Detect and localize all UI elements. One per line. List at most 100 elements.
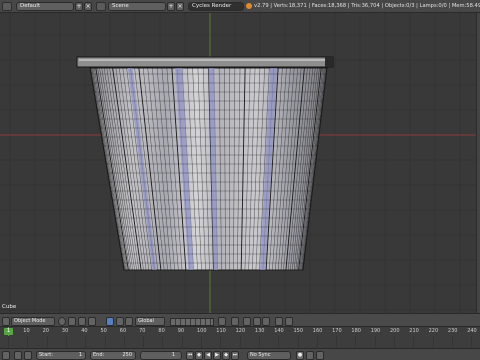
translate-icon[interactable] bbox=[88, 317, 96, 326]
timeline-tick-line bbox=[85, 336, 87, 348]
timeline-tick-label: 210 bbox=[409, 328, 419, 334]
blender-logo-icon bbox=[246, 3, 252, 9]
play-icon[interactable]: ▶ bbox=[213, 351, 221, 360]
scene-icon[interactable] bbox=[96, 2, 106, 11]
snap-target-icon[interactable] bbox=[262, 317, 270, 326]
timeline-tick-label: 200 bbox=[390, 328, 400, 334]
timeline-tick-line bbox=[239, 336, 241, 348]
view-type-icon[interactable] bbox=[2, 317, 10, 326]
timeline-tick-label: 20 bbox=[42, 328, 49, 334]
play-reverse-icon[interactable]: ◀ bbox=[204, 351, 212, 360]
opengl-render-icon[interactable] bbox=[275, 317, 283, 326]
timeline-tick-line bbox=[220, 336, 222, 348]
view-menu-icon[interactable] bbox=[14, 351, 22, 360]
rotate-icon[interactable] bbox=[106, 317, 114, 326]
timeline-tick-line bbox=[162, 336, 164, 348]
record-keyframe-icon[interactable]: ● bbox=[296, 351, 304, 360]
end-value: 250 bbox=[122, 352, 132, 358]
timeline-ruler[interactable]: 0102030405060708090100110120130140150160… bbox=[0, 327, 480, 336]
next-keyframe-icon[interactable]: ◆ bbox=[222, 351, 230, 360]
timeline-tick-line bbox=[394, 336, 395, 348]
timeline-tick-label: 240 bbox=[467, 328, 477, 334]
timeline-tick-label: 30 bbox=[61, 328, 69, 334]
timeline-editor-icon[interactable] bbox=[2, 351, 10, 360]
proportional-edit-icon[interactable] bbox=[231, 317, 239, 326]
opengl-animation-icon[interactable] bbox=[285, 317, 293, 326]
timeline-tick-line bbox=[471, 336, 473, 348]
layer-buttons[interactable] bbox=[170, 318, 214, 326]
timeline-tick-label: 110 bbox=[216, 328, 226, 334]
remove-layout-button[interactable]: × bbox=[84, 2, 92, 11]
start-frame-field[interactable]: Start: 1 bbox=[36, 351, 86, 360]
end-frame-field[interactable]: End: 250 bbox=[90, 351, 136, 360]
timeline-tick-label: 190 bbox=[370, 328, 381, 334]
timeline-editor[interactable]: 0102030405060708090100110120130140150160… bbox=[0, 327, 480, 348]
timeline-tick-label: 230 bbox=[447, 328, 458, 334]
3d-viewport[interactable] bbox=[0, 13, 476, 313]
viewport-shading-icon[interactable] bbox=[58, 317, 66, 326]
snap-toggle-icon[interactable] bbox=[243, 317, 251, 326]
timeline-tick-line bbox=[336, 336, 338, 348]
timeline-tick-line bbox=[65, 336, 67, 348]
timeline-tick-line bbox=[278, 336, 280, 348]
timeline-tick-label: 160 bbox=[312, 328, 323, 334]
timeline-tick-line bbox=[27, 336, 29, 348]
layout-selector[interactable]: Default bbox=[16, 2, 74, 11]
mesh-rim-highlight bbox=[79, 59, 331, 61]
mode-selector[interactable]: Object Mode bbox=[11, 317, 55, 326]
transform-orientation-icon[interactable] bbox=[125, 317, 133, 326]
pivot-point-icon[interactable] bbox=[68, 317, 76, 326]
orientation-selector[interactable]: Global bbox=[135, 317, 165, 326]
active-object-label: Cube bbox=[2, 304, 17, 310]
timeline-tick-label: 70 bbox=[139, 328, 146, 334]
timeline-tick-line bbox=[413, 336, 415, 348]
current-frame-field[interactable]: 1 bbox=[140, 351, 182, 360]
manipulator-toggle-icon[interactable] bbox=[78, 317, 86, 326]
timeline-tick-label: 100 bbox=[197, 328, 207, 334]
timeline-header: Start: 1 End: 250 1 ⏮ ◆ ◀ ▶ ◆ ⏭ No Sync … bbox=[0, 348, 480, 360]
viewport-canvas bbox=[0, 13, 476, 313]
timeline-tick-label: 130 bbox=[254, 328, 265, 334]
timeline-tick-label: 180 bbox=[351, 328, 361, 334]
keyframe-type-icon[interactable] bbox=[306, 351, 314, 360]
add-scene-button[interactable]: + bbox=[167, 2, 175, 11]
render-engine-selector[interactable]: Cycles Render bbox=[188, 2, 244, 11]
timeline-tick-line bbox=[355, 336, 357, 348]
timeline-tick-label: 60 bbox=[119, 328, 127, 334]
timeline-tick-line bbox=[432, 336, 434, 348]
timeline-tick-label: 50 bbox=[100, 328, 107, 334]
timeline-tick-line bbox=[201, 336, 202, 348]
timeline-tick-label: 220 bbox=[428, 328, 439, 334]
scene-selector[interactable]: Scene bbox=[108, 2, 166, 11]
timeline-tick-label: 40 bbox=[81, 328, 88, 334]
lock-camera-icon[interactable] bbox=[218, 317, 226, 326]
mesh-rim bbox=[76, 56, 334, 68]
mesh-rim-end bbox=[325, 57, 333, 67]
sync-mode-selector[interactable]: No Sync bbox=[247, 351, 291, 360]
editor-type-icon[interactable] bbox=[2, 2, 12, 11]
start-value: 1 bbox=[78, 352, 82, 358]
timeline-tick-line bbox=[297, 336, 299, 348]
cube-mesh[interactable] bbox=[0, 56, 476, 271]
timeline-tick-line bbox=[143, 336, 145, 348]
properties-region-edge[interactable] bbox=[476, 13, 480, 313]
timeline-tick-label: 150 bbox=[293, 328, 304, 334]
3d-view-header: Object Mode Global bbox=[0, 313, 480, 327]
current-frame-indicator: 1 bbox=[4, 328, 13, 335]
scene-statistics: v2.79 | Verts:18,371 | Faces:18,368 | Tr… bbox=[254, 3, 480, 9]
timeline-tick-line bbox=[258, 336, 260, 348]
timeline-tick-line bbox=[8, 336, 9, 348]
timeline-tick-line bbox=[451, 336, 453, 348]
timeline-tick-line bbox=[374, 336, 376, 348]
keying-set-icon[interactable] bbox=[316, 351, 324, 360]
playback-menu-icon[interactable] bbox=[24, 351, 32, 360]
jump-end-icon[interactable]: ⏭ bbox=[231, 351, 239, 360]
jump-start-icon[interactable]: ⏮ bbox=[186, 351, 194, 360]
remove-scene-button[interactable]: × bbox=[176, 2, 184, 11]
add-layout-button[interactable]: + bbox=[75, 2, 83, 11]
timeline-tick-line bbox=[181, 336, 183, 348]
snap-element-icon[interactable] bbox=[253, 317, 261, 326]
timeline-tick-label: 80 bbox=[158, 328, 165, 334]
scale-icon[interactable] bbox=[116, 317, 124, 326]
prev-keyframe-icon[interactable]: ◆ bbox=[195, 351, 203, 360]
